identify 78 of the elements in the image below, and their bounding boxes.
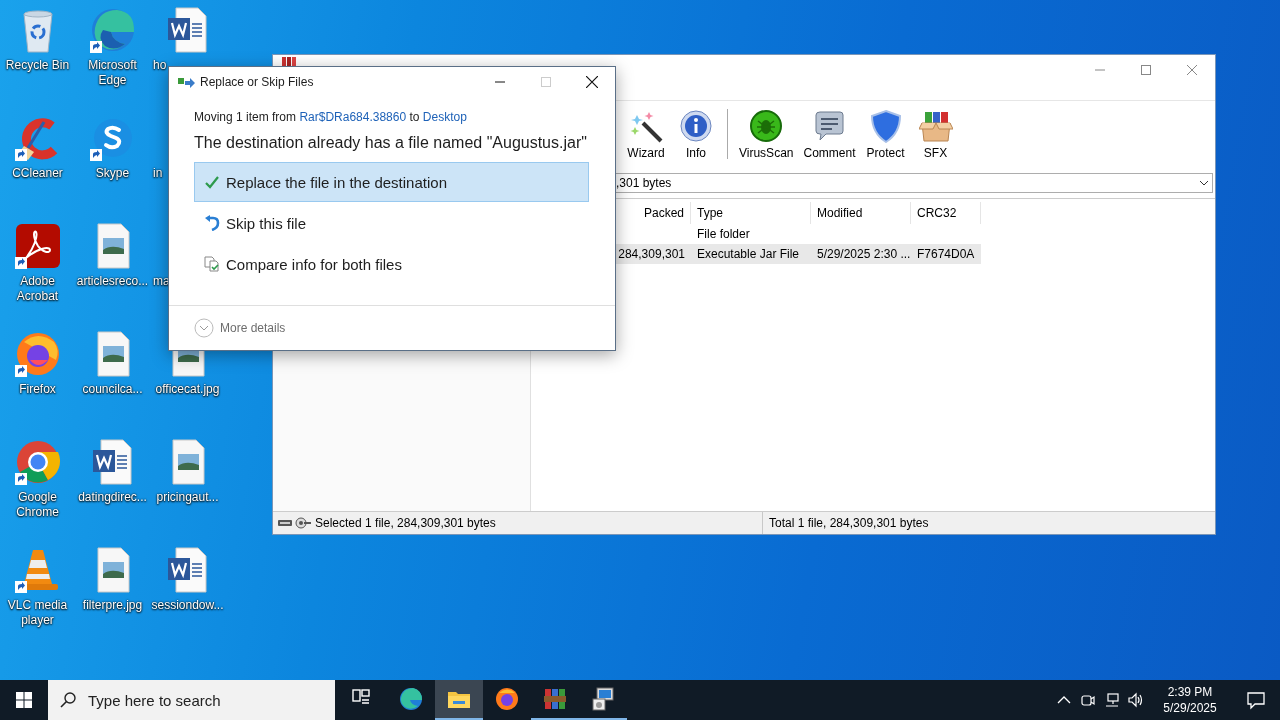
speech-bubble-icon	[812, 108, 847, 143]
compare-option[interactable]: Compare info for both files	[194, 244, 589, 284]
status-text: Selected 1 file, 284,309,301 bytes	[315, 516, 496, 530]
table-cell-text: F7674D0A	[916, 247, 976, 261]
drive-icons	[277, 517, 311, 529]
firefox-icon	[495, 687, 519, 711]
move-info: Moving 1 item from Rar$DRa684.38860 to Desktop	[194, 110, 468, 124]
skip-option[interactable]: Skip this file	[194, 203, 589, 243]
icon-label: Microsoft Edge	[87, 58, 138, 88]
icon-label: CCleaner	[11, 166, 64, 181]
info-icon	[679, 108, 713, 143]
search-input[interactable]: Type here to search	[86, 690, 310, 710]
protect-button[interactable]: Protect	[860, 106, 911, 162]
column-header[interactable]: CRC32	[911, 202, 981, 224]
clock-button[interactable]: 2:39 PM 5/29/2025	[1148, 680, 1232, 720]
table-cell-text: 5/29/2025 2:30 ...	[816, 247, 911, 261]
icon-label: Adobe Acrobat	[15, 274, 60, 304]
replace-option[interactable]: Replace the file in the destination	[194, 162, 589, 202]
table-cell-text: Executable Jar File	[696, 247, 801, 261]
icon-label: datingdirec...	[77, 490, 148, 505]
installer-icon	[591, 687, 615, 711]
icon-label: councilca...	[81, 382, 144, 397]
virusscan-button[interactable]: VirusScan	[734, 106, 799, 162]
bug-scan-icon	[749, 108, 784, 143]
windows-logo-icon	[16, 692, 32, 708]
icon-label: articlesreco...	[76, 274, 149, 289]
column-header[interactable]: Modified	[811, 202, 911, 224]
icon-label: officecat.jpg	[154, 382, 221, 397]
file-row[interactable]: File folder	[616, 224, 1215, 244]
shield-icon	[868, 108, 903, 143]
sfx-button[interactable]: SFX	[910, 106, 961, 162]
wizard-button[interactable]: Wizard	[621, 106, 671, 162]
maximize-icon	[541, 77, 551, 87]
icon-label: ho	[153, 58, 167, 73]
icon-label: sessiondow...	[151, 598, 224, 613]
edge-icon	[399, 687, 423, 711]
icon-label: pricingaut...	[155, 490, 220, 505]
chevron-circle-icon	[194, 318, 214, 338]
documents-icon	[204, 256, 220, 272]
close-icon	[1187, 65, 1197, 75]
icon-label: in	[153, 166, 163, 181]
comment-button[interactable]: Comment	[798, 106, 861, 162]
search-box[interactable]: Type here to search	[48, 680, 335, 720]
maximize-icon	[1141, 65, 1151, 75]
icon-label: filterpre.jpg	[81, 598, 144, 613]
table-cell-text: 284,309,301	[617, 247, 686, 261]
status-text: Total 1 file, 284,309,301 bytes	[768, 516, 929, 530]
icon-label: Firefox	[18, 382, 57, 397]
clock-time: 2:39 PM	[1167, 685, 1213, 699]
camera-icon	[1080, 692, 1096, 708]
icon-label: Google Chrome	[15, 490, 60, 520]
more-details-button[interactable]: More details	[194, 318, 286, 338]
address-text: ,301 bytes	[616, 176, 672, 190]
icon-label: Recycle Bin	[4, 58, 71, 73]
file-row[interactable]: 284,309,301 Executable Jar File 5/29/2025 2:30 ... F7674D0A	[616, 244, 981, 264]
notification-icon	[1246, 690, 1266, 710]
volume-icon	[1128, 692, 1144, 708]
search-icon	[60, 692, 76, 708]
transfer-icon	[177, 76, 195, 88]
archive-books-icon	[543, 687, 567, 711]
column-header[interactable]: Type	[691, 202, 811, 224]
check-icon	[204, 174, 220, 190]
curved-arrow-icon	[204, 215, 220, 231]
source-link[interactable]: Rar$DRa684.38860	[299, 110, 407, 124]
network-icon	[1104, 692, 1120, 708]
destination-link[interactable]: Desktop	[422, 110, 467, 124]
clock-date: 5/29/2025	[1163, 701, 1217, 715]
acrobat-icon[interactable]	[13, 222, 62, 270]
icon-label: ma	[153, 274, 170, 289]
taskbar-app-button[interactable]	[435, 680, 483, 720]
icon-label: VLC media player	[6, 598, 69, 628]
info-button[interactable]: Info	[671, 106, 721, 162]
dropdown-caret-icon[interactable]	[1199, 180, 1209, 186]
close-icon	[586, 76, 598, 88]
icon-label: Skype	[94, 166, 131, 181]
conflict-message: The destination already has a file named "Augustus.jar"	[194, 134, 588, 152]
table-cell-text: File folder	[696, 227, 751, 241]
dialog-title: Replace or Skip Files	[200, 75, 315, 89]
